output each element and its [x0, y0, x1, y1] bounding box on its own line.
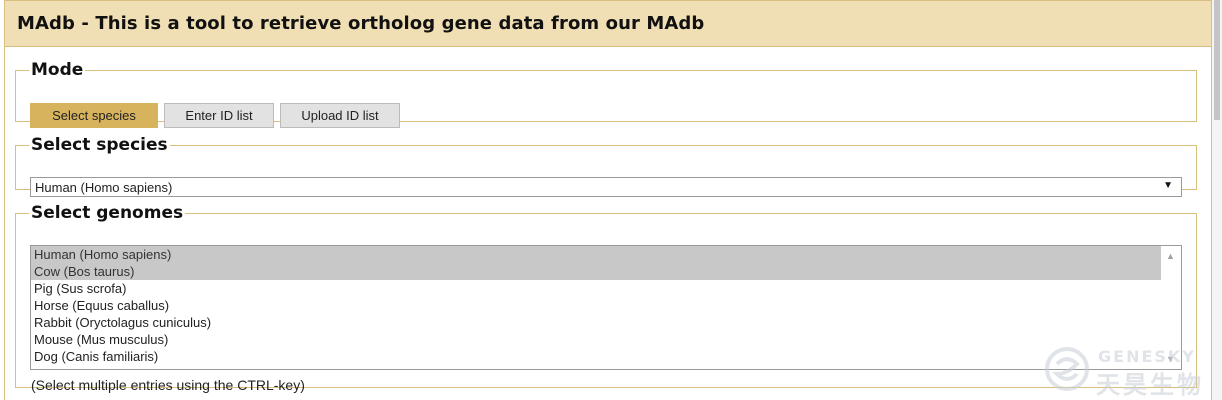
genomes-listbox[interactable]: Human (Homo sapiens) Cow (Bos taurus) Pi… — [30, 245, 1182, 370]
watermark-chinese: 天昊生物 — [1096, 371, 1204, 399]
genome-option[interactable]: Rabbit (Oryctolagus cuniculus) — [31, 314, 1161, 331]
page-scrollbar-thumb[interactable] — [1214, 0, 1220, 120]
genome-option[interactable]: Dog (Canis familiaris) — [31, 348, 1161, 365]
page-title: MAdb - This is a tool to retrieve orthol… — [17, 13, 705, 34]
genome-option[interactable]: Pig (Sus scrofa) — [31, 280, 1161, 297]
species-dropdown[interactable]: Human (Homo sapiens) ▼ — [30, 177, 1182, 197]
select-species-button[interactable]: Select species — [30, 103, 158, 128]
enter-id-list-button[interactable]: Enter ID list — [164, 103, 274, 128]
select-species-fieldset: Select species Human (Homo sapiens) ▼ — [15, 135, 1197, 197]
genome-option[interactable]: Horse (Equus caballus) — [31, 297, 1161, 314]
scroll-up-arrow-icon[interactable]: ▲ — [1166, 251, 1175, 261]
species-dropdown-value: Human (Homo sapiens) — [35, 179, 173, 195]
mode-legend: Mode — [31, 60, 84, 80]
select-species-legend: Select species — [31, 135, 168, 155]
chevron-down-icon: ▼ — [1163, 180, 1173, 191]
genome-option[interactable]: Human (Homo sapiens) — [31, 246, 1161, 263]
genesky-logo-icon — [1045, 347, 1089, 391]
genome-option[interactable]: Cow (Bos taurus) — [31, 263, 1161, 280]
select-genomes-fieldset: Select genomes Human (Homo sapiens) Cow … — [15, 203, 1197, 393]
upload-id-list-button[interactable]: Upload ID list — [280, 103, 400, 128]
multi-select-hint: (Select multiple entries using the CTRL-… — [31, 377, 305, 393]
watermark: GENESKY 天昊生物 — [1040, 343, 1215, 399]
panel-header: MAdb - This is a tool to retrieve orthol… — [5, 1, 1211, 47]
mode-button-group: Select species Enter ID list Upload ID l… — [30, 103, 400, 128]
select-genomes-legend: Select genomes — [31, 203, 184, 223]
watermark-english: GENESKY — [1098, 347, 1196, 366]
genome-option[interactable]: Mouse (Mus musculus) — [31, 331, 1161, 348]
mode-fieldset: Mode Select species Enter ID list Upload… — [15, 60, 1197, 128]
page-scrollbar[interactable] — [1212, 0, 1222, 400]
